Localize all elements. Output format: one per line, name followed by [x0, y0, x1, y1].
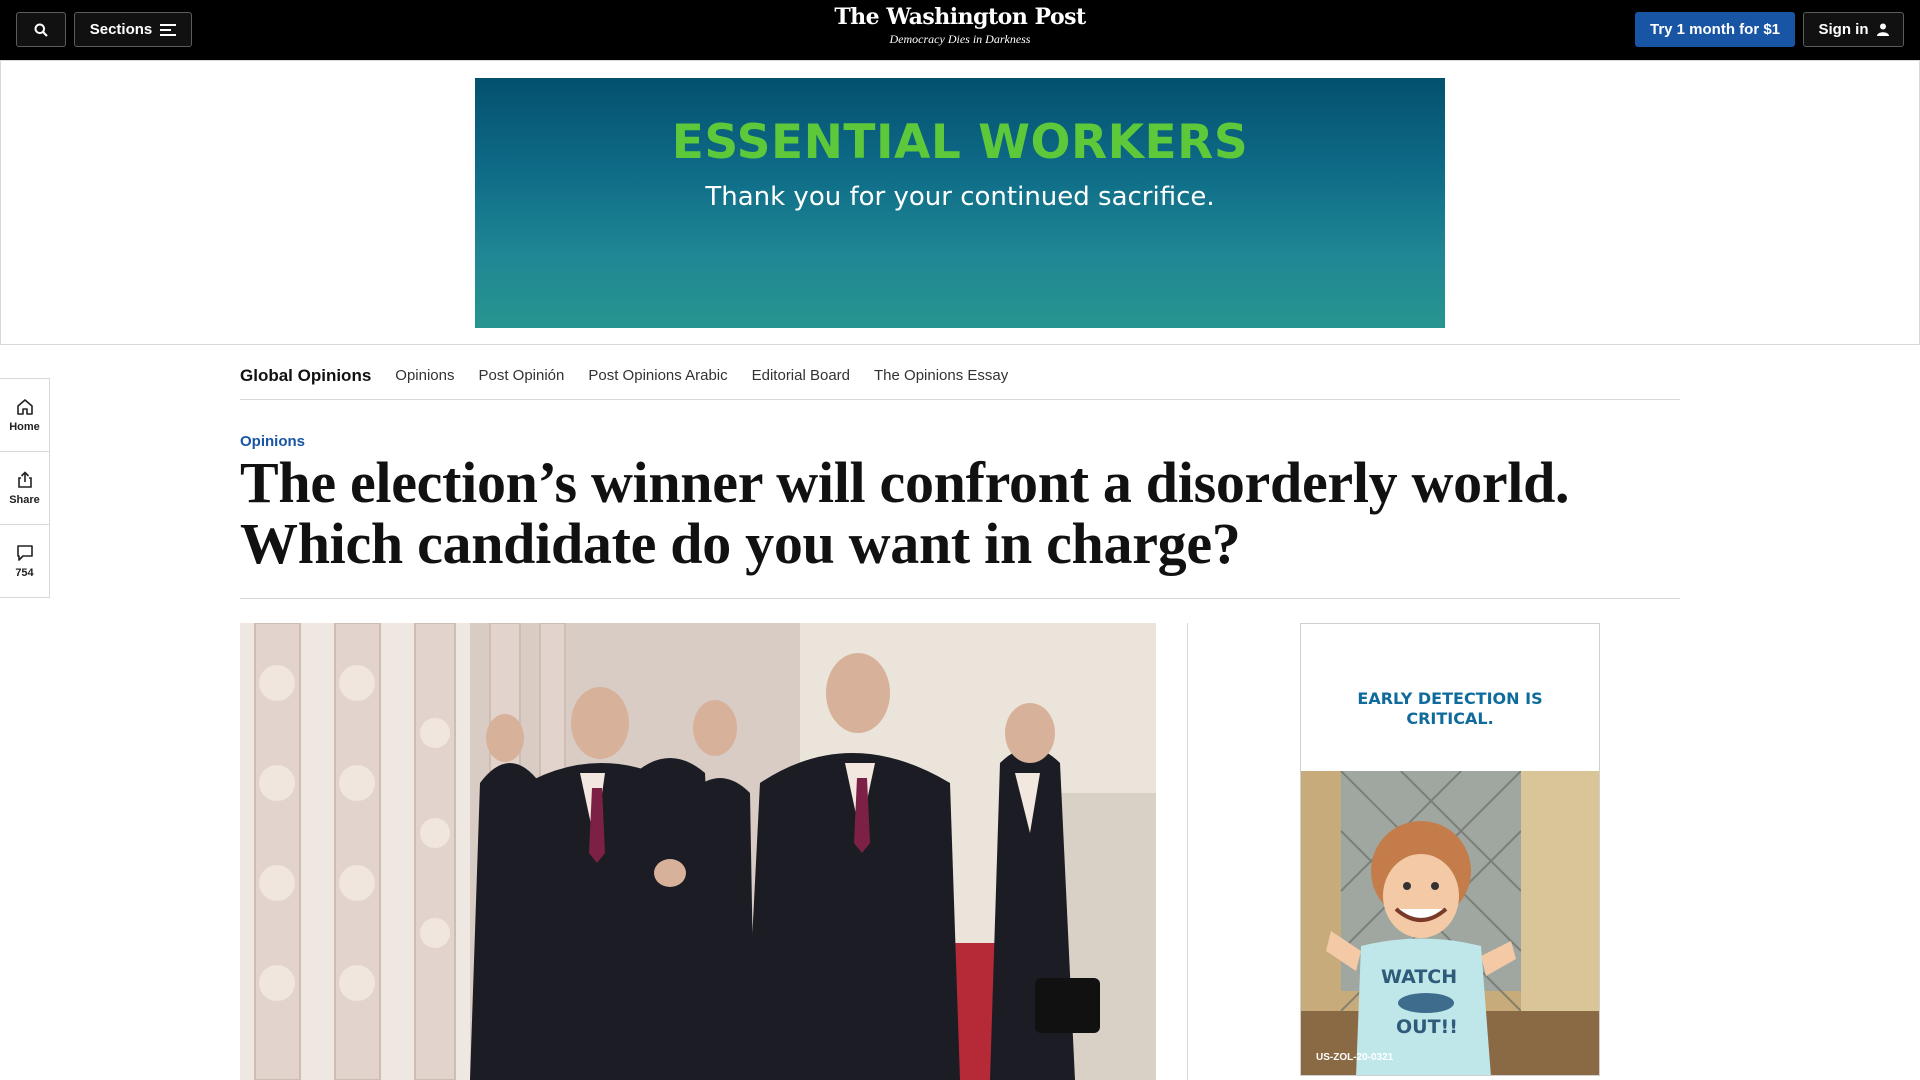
trial-label: Try 1 month for $1	[1649, 21, 1781, 38]
rail-comments-button[interactable]: 754	[0, 525, 49, 597]
shirt-text-watch: WATCH	[1381, 966, 1457, 988]
section-brand[interactable]: Global Opinions	[240, 366, 371, 386]
comment-icon	[16, 544, 33, 561]
search-icon	[34, 23, 48, 37]
home-icon	[16, 398, 33, 415]
logo-name: The Washington Post	[834, 4, 1086, 30]
site-logo[interactable]: The Washington Post Democracy Dies in Da…	[760, 4, 1160, 47]
nav-link-opinions[interactable]: Opinions	[395, 367, 454, 384]
article-kicker[interactable]: Opinions	[240, 433, 305, 450]
user-icon	[1876, 23, 1889, 36]
sign-in-label: Sign in	[1818, 21, 1869, 38]
banner-ad-subline: Thank you for your continued sacrifice.	[705, 182, 1215, 212]
nav-link-post-opinion[interactable]: Post Opinión	[478, 367, 564, 384]
sidebar-ad-code: US-ZOL-20-0321	[1316, 1052, 1394, 1063]
logo-tagline: Democracy Dies in Darkness	[889, 32, 1031, 46]
nav-link-editorial-board[interactable]: Editorial Board	[752, 367, 850, 384]
rail-home-label: Home	[9, 420, 40, 433]
shirt-text-out: OUT!!	[1396, 1016, 1458, 1038]
sections-menu-button[interactable]: Sections	[74, 12, 192, 47]
section-navigation: Global Opinions Opinions Post Opinión Po…	[240, 352, 1680, 400]
headline-line-2: Which candidate do you want in charge?	[240, 511, 1241, 576]
lead-photo-illustration	[240, 623, 1156, 1080]
headline-line-1: The election’s winner will confront a di…	[240, 450, 1570, 515]
left-action-rail: Home Share 754	[0, 378, 50, 598]
nav-link-opinions-essay[interactable]: The Opinions Essay	[874, 367, 1008, 384]
banner-ad[interactable]: ESSENTIAL WORKERS Thank you for your con…	[475, 78, 1445, 328]
share-icon	[17, 470, 32, 488]
sidebar-ad[interactable]: EARLY DETECTION IS CRITICAL. WATCH OUT!!…	[1300, 623, 1600, 1076]
sections-label: Sections	[89, 21, 153, 38]
search-button[interactable]	[16, 12, 66, 47]
nav-link-post-opinions-arabic[interactable]: Post Opinions Arabic	[588, 367, 727, 384]
rail-share-button[interactable]: Share	[0, 452, 49, 525]
sidebar-ad-photo: WATCH OUT!!	[1301, 771, 1599, 1075]
menu-icon	[160, 23, 177, 36]
top-navigation-bar: Sections The Washington Post Democracy D…	[0, 0, 1920, 60]
banner-ad-headline: ESSENTIAL WORKERS	[671, 115, 1249, 170]
lead-photo[interactable]	[240, 623, 1156, 1080]
rail-comments-count: 754	[15, 566, 34, 579]
rail-home-button[interactable]: Home	[0, 379, 49, 452]
rail-share-label: Share	[9, 493, 40, 506]
column-divider	[1187, 623, 1188, 1080]
article-headline: The election’s winner will confront a di…	[240, 452, 1680, 574]
headline-divider	[240, 598, 1680, 599]
sign-in-button[interactable]: Sign in	[1803, 12, 1904, 47]
sidebar-ad-headline: EARLY DETECTION IS CRITICAL.	[1357, 689, 1543, 728]
subscribe-trial-button[interactable]: Try 1 month for $1	[1635, 12, 1795, 47]
